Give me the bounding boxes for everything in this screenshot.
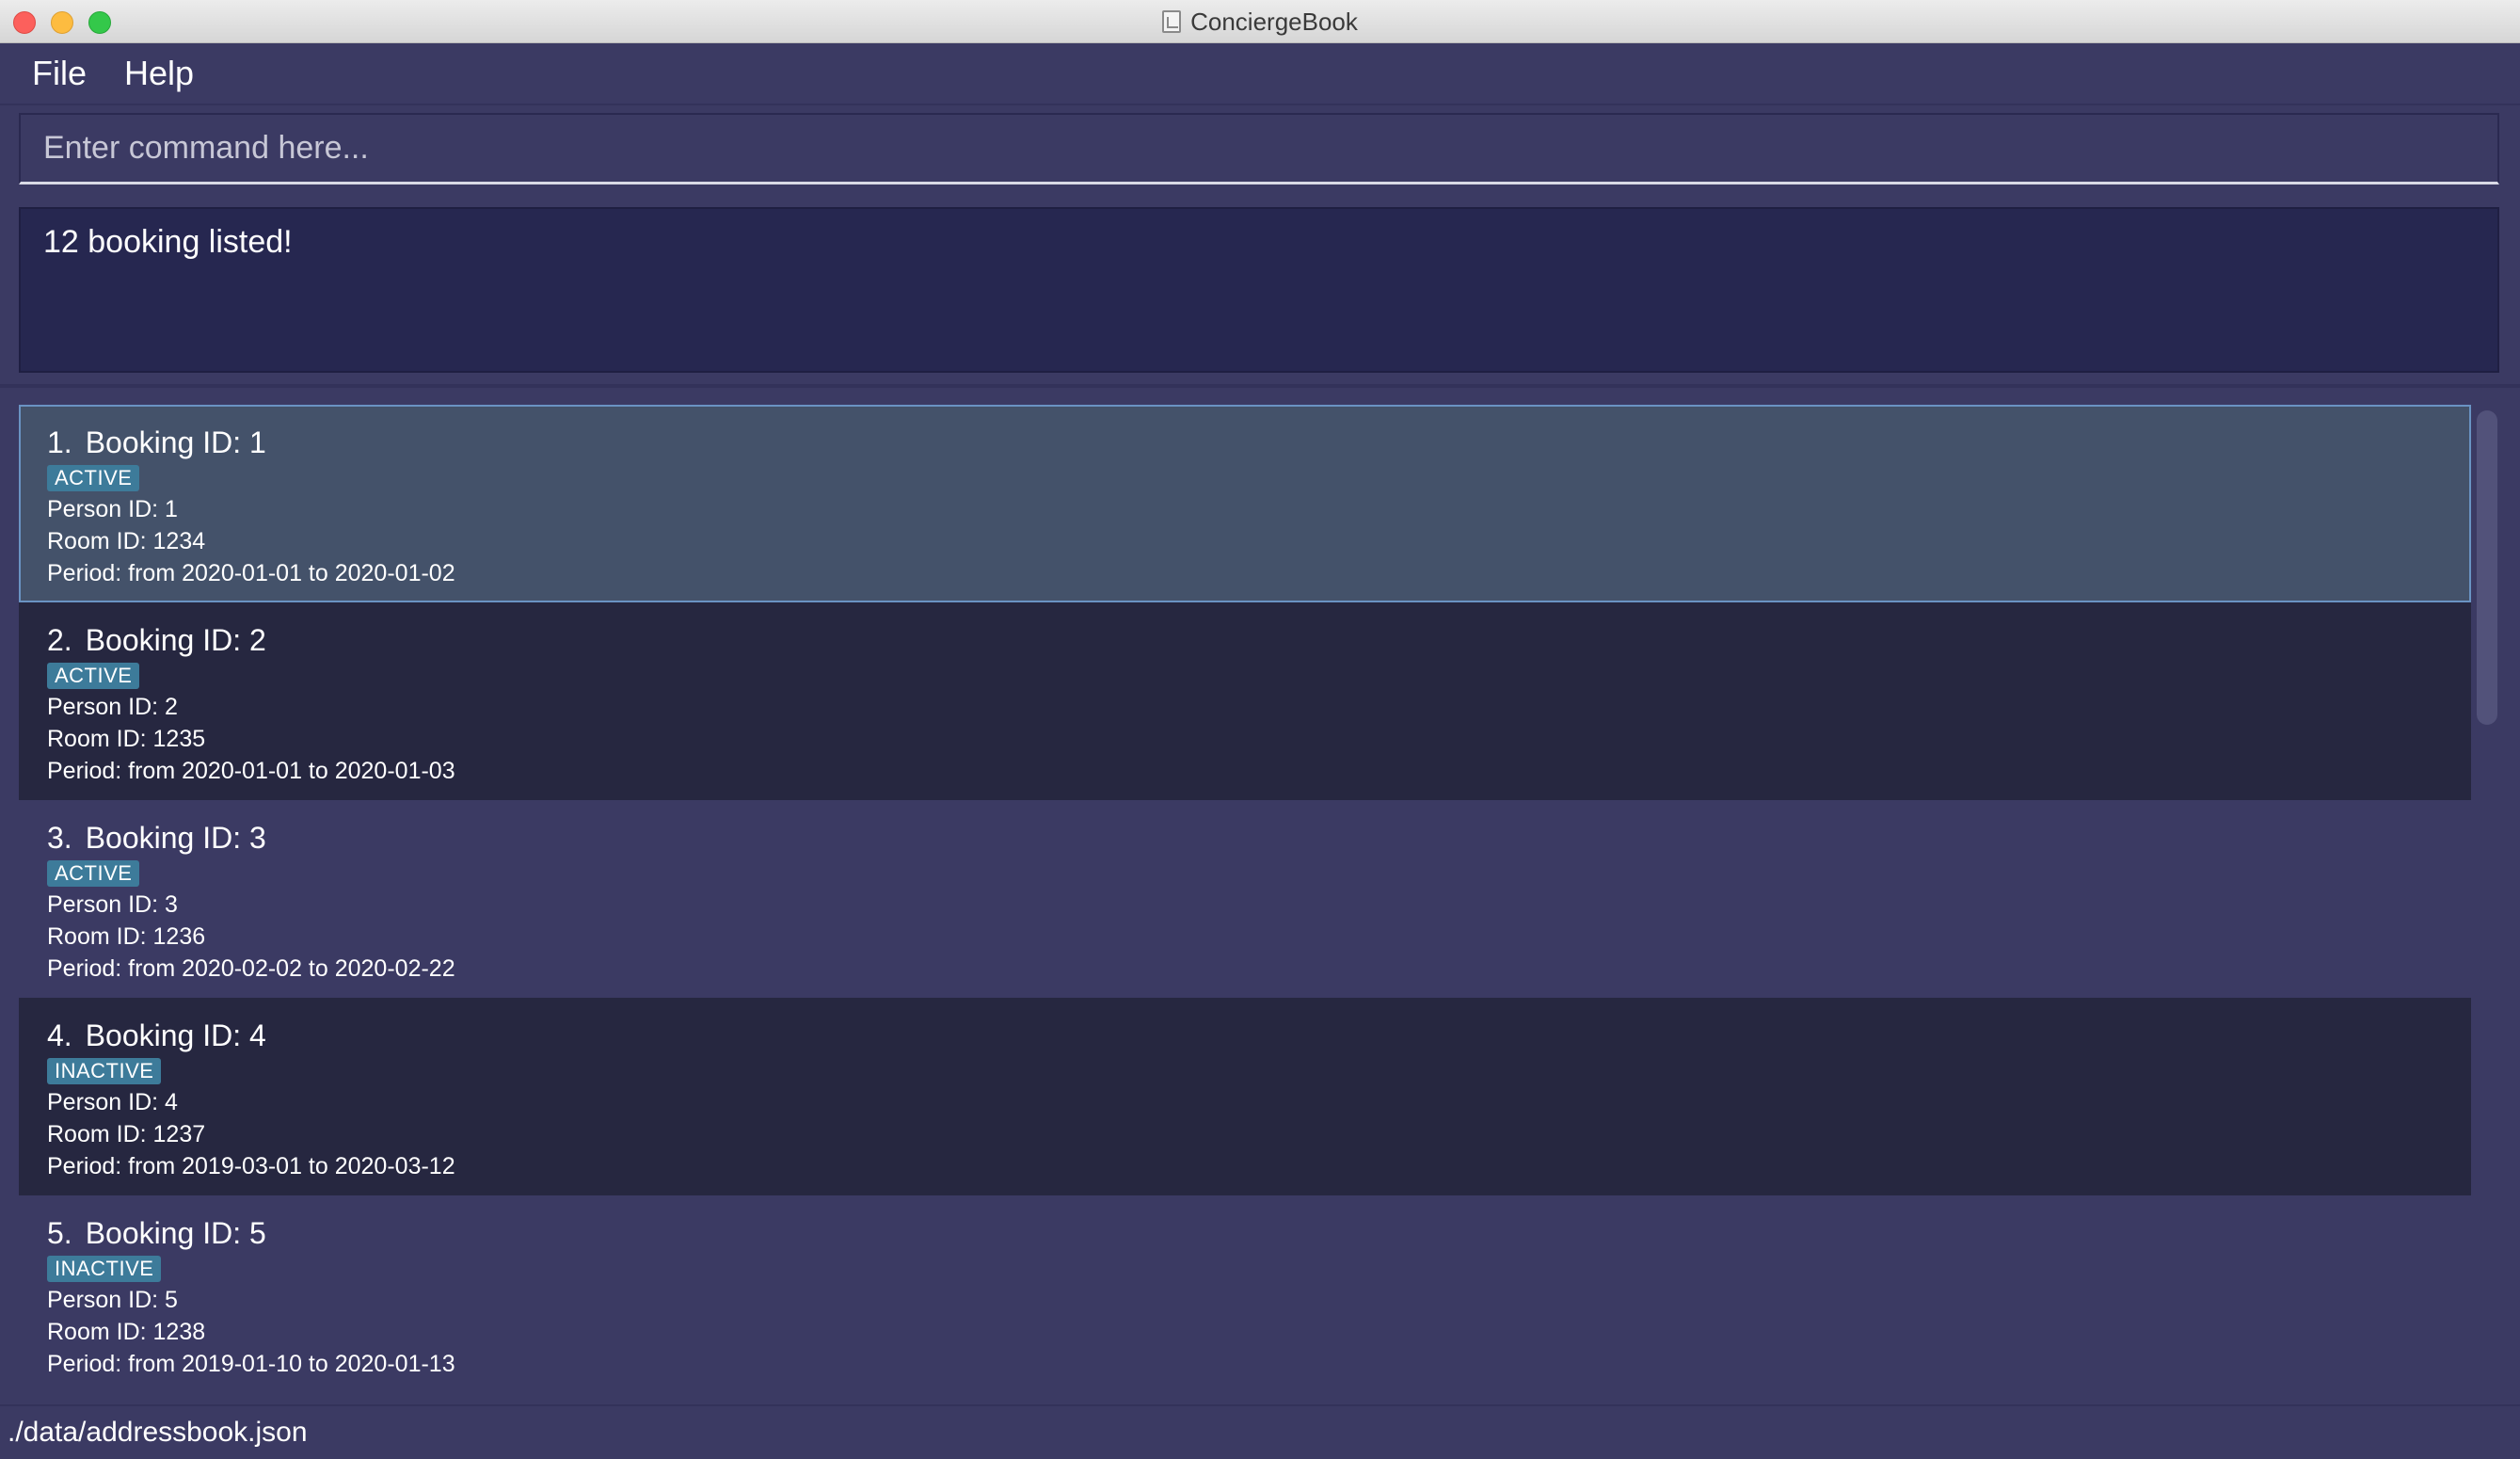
person-id: Person ID: 5 bbox=[47, 1287, 178, 1313]
room-id: Room ID: 1237 bbox=[47, 1121, 206, 1147]
booking-period: Period: from 2019-01-10 to 2020-01-13 bbox=[47, 1351, 455, 1377]
menu-file[interactable]: File bbox=[32, 54, 87, 93]
booking-id: Booking ID: 1 bbox=[85, 425, 266, 459]
booking-list[interactable]: 1. Booking ID: 1 ACTIVE Person ID: 1 Room… bbox=[19, 405, 2471, 1393]
booking-card[interactable]: 3. Booking ID: 3 ACTIVE Person ID: 3 Room… bbox=[19, 800, 2471, 998]
divider bbox=[0, 384, 2520, 388]
document-icon bbox=[1162, 10, 1182, 33]
title-bar: ConciergeBook bbox=[0, 0, 2520, 43]
result-message: 12 booking listed! bbox=[43, 224, 293, 260]
booking-index: 1. bbox=[47, 425, 72, 459]
booking-period: Period: from 2020-01-01 to 2020-01-02 bbox=[47, 560, 455, 586]
booking-title: 4. Booking ID: 4 bbox=[47, 1017, 2443, 1054]
status-badge: ACTIVE bbox=[47, 860, 140, 887]
booking-period: Period: from 2020-01-01 to 2020-01-03 bbox=[47, 758, 455, 784]
status-bar: ./data/addressbook.json bbox=[0, 1404, 2520, 1459]
person-id: Person ID: 2 bbox=[47, 694, 178, 720]
booking-id: Booking ID: 3 bbox=[85, 821, 266, 855]
booking-title: 2. Booking ID: 2 bbox=[47, 621, 2443, 659]
room-id: Room ID: 1238 bbox=[47, 1319, 206, 1345]
booking-index: 5. bbox=[47, 1216, 72, 1250]
list-scrollbar[interactable] bbox=[2477, 410, 2497, 1393]
command-input[interactable] bbox=[19, 113, 2499, 184]
menu-help[interactable]: Help bbox=[124, 54, 194, 93]
booking-card[interactable]: 4. Booking ID: 4 INACTIVE Person ID: 4 Ro… bbox=[19, 998, 2471, 1195]
booking-index: 4. bbox=[47, 1018, 72, 1052]
person-id: Person ID: 3 bbox=[47, 891, 178, 918]
booking-id: Booking ID: 4 bbox=[85, 1018, 266, 1052]
scrollbar-thumb[interactable] bbox=[2477, 410, 2497, 725]
person-id: Person ID: 4 bbox=[47, 1089, 178, 1115]
booking-id: Booking ID: 5 bbox=[85, 1216, 266, 1250]
status-badge: ACTIVE bbox=[47, 663, 140, 689]
booking-card[interactable]: 1. Booking ID: 1 ACTIVE Person ID: 1 Room… bbox=[19, 405, 2471, 602]
booking-title: 1. Booking ID: 1 bbox=[47, 424, 2441, 461]
room-id: Room ID: 1236 bbox=[47, 923, 206, 950]
booking-card[interactable]: 2. Booking ID: 2 ACTIVE Person ID: 2 Room… bbox=[19, 602, 2471, 800]
status-badge: INACTIVE bbox=[47, 1256, 162, 1282]
booking-index: 3. bbox=[47, 821, 72, 855]
status-badge: ACTIVE bbox=[47, 465, 140, 491]
data-file-path: ./data/addressbook.json bbox=[8, 1417, 308, 1448]
booking-period: Period: from 2020-02-02 to 2020-02-22 bbox=[47, 955, 455, 982]
result-display: 12 booking listed! bbox=[19, 207, 2499, 373]
room-id: Room ID: 1235 bbox=[47, 726, 206, 752]
room-id: Room ID: 1234 bbox=[47, 528, 206, 554]
window-title: ConciergeBook bbox=[1190, 7, 1358, 36]
booking-title: 3. Booking ID: 3 bbox=[47, 819, 2443, 857]
booking-title: 5. Booking ID: 5 bbox=[47, 1214, 2443, 1252]
booking-id: Booking ID: 2 bbox=[85, 623, 266, 657]
window-title-area: ConciergeBook bbox=[0, 0, 2520, 43]
booking-index: 2. bbox=[47, 623, 72, 657]
menu-bar: File Help bbox=[0, 43, 2520, 105]
status-badge: INACTIVE bbox=[47, 1058, 162, 1084]
command-box bbox=[19, 113, 2499, 184]
app-window: ConciergeBook File Help 12 booking liste… bbox=[0, 0, 2520, 1459]
booking-card[interactable]: 5. Booking ID: 5 INACTIVE Person ID: 5 Ro… bbox=[19, 1195, 2471, 1393]
person-id: Person ID: 1 bbox=[47, 496, 178, 522]
booking-period: Period: from 2019-03-01 to 2020-03-12 bbox=[47, 1153, 455, 1179]
